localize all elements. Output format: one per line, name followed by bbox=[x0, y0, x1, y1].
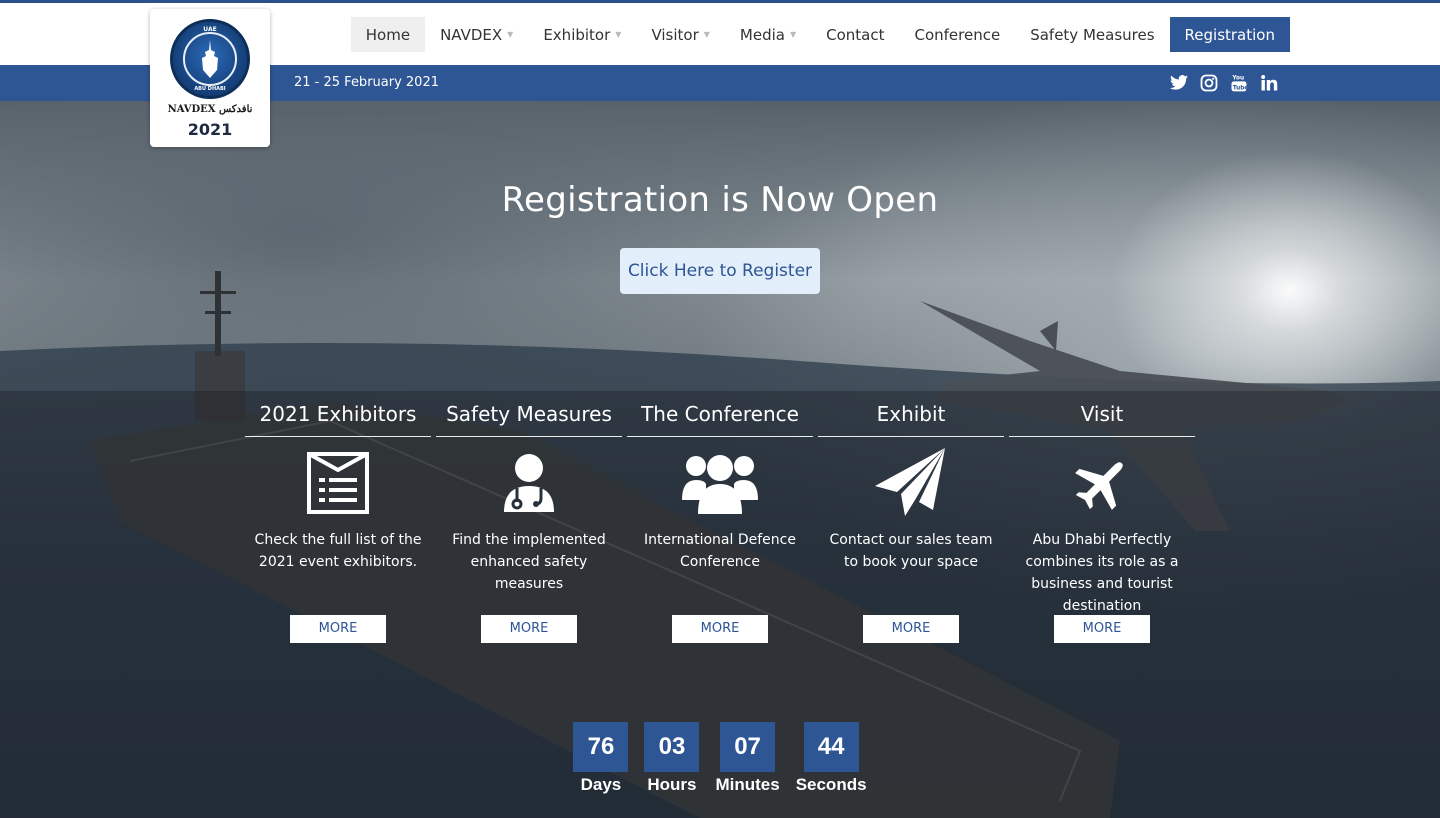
instagram-icon[interactable] bbox=[1199, 73, 1218, 92]
card-description: Contact our sales team to book your spac… bbox=[829, 532, 993, 570]
card-exhibitors: 2021 Exhibitors Check the full list of t… bbox=[245, 391, 431, 643]
more-button[interactable]: MORE bbox=[481, 615, 577, 643]
card-title: Safety Measures bbox=[436, 391, 622, 437]
countdown-days: 76 Days bbox=[573, 722, 629, 795]
airplane-icon bbox=[1009, 437, 1195, 517]
event-dates: 21 - 25 February 2021 bbox=[294, 75, 439, 90]
card-visit: Visit Abu Dhabi Perfectly combines its r… bbox=[1009, 391, 1195, 643]
countdown-seconds: 44 Seconds bbox=[796, 722, 867, 795]
navdex-logo[interactable]: UAE ABU DHABI NAVDEX نافدكس 2021 bbox=[150, 9, 270, 147]
main-nav: Home NAVDEX ▼ Exhibitor ▼ Visitor ▼ Media ▼ … bbox=[350, 17, 1290, 52]
nav-home[interactable]: Home bbox=[350, 17, 426, 52]
youtube-icon[interactable]: You Tube bbox=[1229, 73, 1248, 92]
card-title: Exhibit bbox=[818, 391, 1004, 437]
more-button[interactable]: MORE bbox=[290, 615, 386, 643]
countdown-seconds-label: Seconds bbox=[795, 775, 867, 794]
card-title: Visit bbox=[1009, 391, 1195, 437]
nav-home-label: Home bbox=[365, 25, 411, 44]
nav-exhibitor-label: Exhibitor bbox=[543, 25, 611, 44]
nav-visitor-label: Visitor bbox=[651, 25, 699, 44]
nav-media-label: Media bbox=[739, 25, 785, 44]
svg-text:You: You bbox=[1231, 75, 1244, 81]
countdown-minutes-label: Minutes bbox=[715, 775, 780, 794]
more-button[interactable]: MORE bbox=[863, 615, 959, 643]
hero-section: Registration is Now Open Click Here to R… bbox=[0, 101, 1440, 818]
logo-wordmark: NAVDEX نافدكس bbox=[167, 104, 253, 115]
card-description: Check the full list of the 2021 event ex… bbox=[254, 532, 422, 570]
countdown-hours-label: Hours bbox=[647, 775, 697, 794]
linkedin-icon[interactable] bbox=[1259, 73, 1278, 92]
nav-contact[interactable]: Contact bbox=[811, 17, 899, 52]
nav-media[interactable]: Media ▼ bbox=[725, 17, 811, 52]
card-title: The Conference bbox=[627, 391, 813, 437]
nav-navdex[interactable]: NAVDEX ▼ bbox=[425, 17, 528, 52]
card-title: 2021 Exhibitors bbox=[245, 391, 431, 437]
group-icon bbox=[627, 437, 813, 517]
register-button[interactable]: Click Here to Register bbox=[620, 248, 820, 294]
nav-navdex-label: NAVDEX bbox=[440, 25, 503, 44]
nav-conference[interactable]: Conference bbox=[899, 17, 1015, 52]
card-exhibit: Exhibit Contact our sales team to book y… bbox=[818, 391, 1004, 643]
chevron-down-icon: ▼ bbox=[615, 30, 622, 39]
nav-contact-label: Contact bbox=[826, 25, 885, 44]
logo-year: 2021 bbox=[187, 120, 233, 139]
chevron-down-icon: ▼ bbox=[789, 30, 797, 39]
card-description: Find the implemented enhanced safety mea… bbox=[452, 532, 606, 592]
countdown-days-value: 76 bbox=[573, 722, 629, 772]
countdown-minutes: 07 Minutes bbox=[715, 722, 780, 795]
card-conference: The Conference International Defence Con… bbox=[627, 391, 813, 643]
countdown-hours-value: 03 bbox=[644, 722, 700, 772]
hero-title: Registration is Now Open bbox=[501, 180, 939, 220]
card-description: International Defence Conference bbox=[644, 532, 796, 570]
nav-safety-label: Safety Measures bbox=[1030, 25, 1155, 44]
countdown-minutes-value: 07 bbox=[720, 722, 776, 772]
nav-visitor[interactable]: Visitor ▼ bbox=[636, 17, 724, 52]
countdown-hours: 03 Hours bbox=[644, 722, 700, 795]
social-links: You Tube bbox=[1169, 73, 1278, 92]
card-safety-measures: Safety Measures Find the implemented enh… bbox=[436, 391, 622, 643]
logo-ring-bottom-text: ABU DHABI bbox=[194, 86, 226, 92]
card-description: Abu Dhabi Perfectly combines its role as… bbox=[1025, 532, 1179, 614]
doctor-icon bbox=[436, 437, 622, 517]
countdown-days-label: Days bbox=[580, 775, 622, 794]
more-button[interactable]: MORE bbox=[672, 615, 768, 643]
chevron-down-icon: ▼ bbox=[703, 30, 710, 39]
nav-safety-measures[interactable]: Safety Measures bbox=[1015, 17, 1169, 52]
countdown-seconds-value: 44 bbox=[803, 722, 859, 772]
list-icon bbox=[245, 437, 431, 517]
logo-emblem: UAE ABU DHABI bbox=[170, 19, 250, 99]
nav-exhibitor[interactable]: Exhibitor ▼ bbox=[528, 17, 636, 52]
paper-plane-icon bbox=[818, 437, 1004, 517]
nav-registration-button[interactable]: Registration bbox=[1169, 17, 1290, 52]
twitter-icon[interactable] bbox=[1169, 73, 1188, 92]
svg-text:Tube: Tube bbox=[1232, 85, 1247, 91]
ship-icon bbox=[202, 40, 218, 78]
chevron-down-icon: ▼ bbox=[507, 30, 514, 39]
event-countdown: 76 Days 03 Hours 07 Minutes 44 Seconds bbox=[0, 722, 1440, 795]
more-button[interactable]: MORE bbox=[1054, 615, 1150, 643]
nav-conference-label: Conference bbox=[914, 25, 1001, 44]
